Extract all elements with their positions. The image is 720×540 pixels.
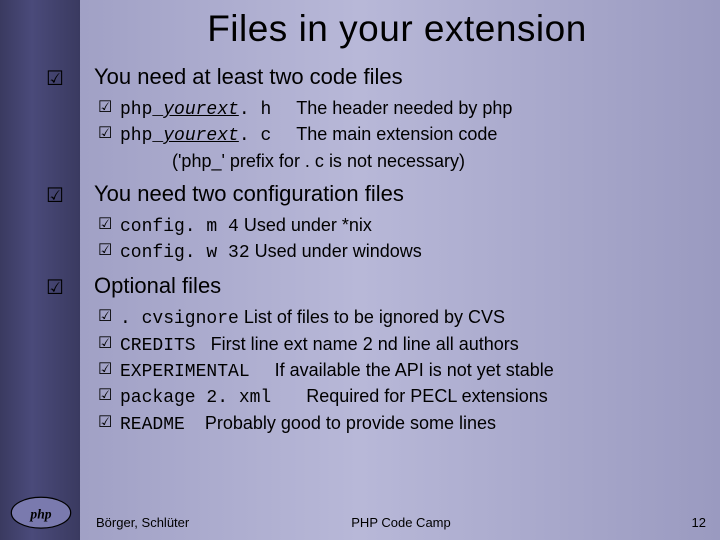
item-list: ☑ php_yourext. h The header needed by ph… [94,96,700,173]
file-suffix: . c [239,126,271,146]
sidebar-stripe [0,0,80,540]
file-prefix: php_ [120,100,163,120]
list-item: ☑ package 2. xml Required for PECL exten… [120,384,700,410]
check-icon: ☑ [46,183,64,208]
list-item: ☑ EXPERIMENTAL If available the API is n… [120,358,700,384]
item-list: ☑ . cvsignore List of files to be ignore… [94,305,700,436]
file-desc: First line ext name 2 nd line all author… [211,334,519,354]
check-icon: ☑ [98,359,112,381]
section-code-files: ☑ You need at least two code files ☑ php… [94,64,700,173]
list-item: ☑ config. m 4 Used under *nix [120,213,700,239]
section-config-files: ☑ You need two configuration files ☑ con… [94,181,700,266]
check-icon: ☑ [98,306,112,328]
footer-authors: Börger, Schlüter [96,515,189,530]
item-list: ☑ config. m 4 Used under *nix ☑ config. … [94,213,700,266]
file-desc: The main extension code [296,124,497,144]
list-item: ☑ README Probably good to provide some l… [120,411,700,437]
file-mid: yourext [163,100,239,120]
file-name: package 2. xml [120,388,271,408]
section-optional-files: ☑ Optional files ☑ . cvsignore List of f… [94,273,700,436]
file-name: EXPERIMENTAL [120,362,250,382]
slide-footer: Börger, Schlüter PHP Code Camp 12 [96,515,706,530]
list-item: ☑ php_yourext. c The main extension code [120,122,700,148]
file-desc: If available the API is not yet stable [275,360,554,380]
check-icon: ☑ [98,97,112,119]
list-item: ☑ config. w 32 Used under windows [120,239,700,265]
file-name: . cvsignore [120,309,239,329]
footer-title: PHP Code Camp [351,515,450,530]
file-desc: Used under windows [255,241,422,261]
file-desc: List of files to be ignored by CVS [244,307,505,327]
file-desc: Required for PECL extensions [306,386,547,406]
section-note: ('php_' prefix for . c is not necessary) [120,149,700,173]
file-desc: Used under *nix [244,215,372,235]
file-name: config. w 32 [120,243,250,263]
check-icon: ☑ [98,123,112,145]
check-icon: ☑ [98,385,112,407]
check-icon: ☑ [98,412,112,434]
file-desc: The header needed by php [296,98,512,118]
list-item: ☑ . cvsignore List of files to be ignore… [120,305,700,331]
file-name: CREDITS [120,336,196,356]
slide-title: Files in your extension [94,8,700,50]
file-name: config. m 4 [120,217,239,237]
section-heading: Optional files [94,273,700,299]
slide-content: Files in your extension ☑ You need at le… [80,0,720,540]
php-logo-icon: php [10,496,72,530]
file-name: README [120,415,185,435]
file-mid: yourext [163,126,239,146]
file-desc: Probably good to provide some lines [205,413,496,433]
svg-text:php: php [29,506,51,521]
list-item: ☑ php_yourext. h The header needed by ph… [120,96,700,122]
check-icon: ☑ [46,66,64,91]
check-icon: ☑ [98,214,112,236]
check-icon: ☑ [98,240,112,262]
footer-page-number: 12 [692,515,706,530]
list-item: ☑ CREDITS First line ext name 2 nd line … [120,332,700,358]
section-heading: You need two configuration files [94,181,700,207]
file-suffix: . h [239,100,271,120]
check-icon: ☑ [46,275,64,300]
check-icon: ☑ [98,333,112,355]
file-prefix: php_ [120,126,163,146]
section-heading: You need at least two code files [94,64,700,90]
